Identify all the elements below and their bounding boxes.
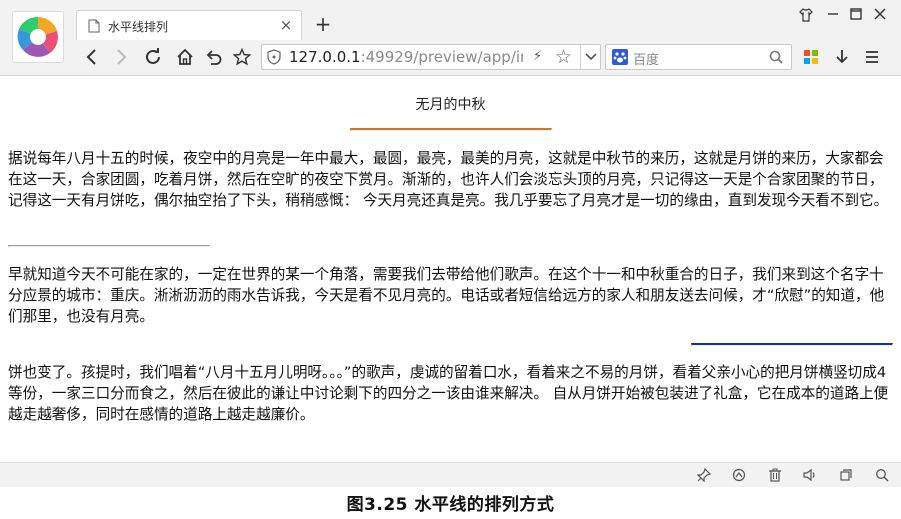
undo-close-button[interactable]: [203, 46, 225, 68]
search-icon[interactable]: [769, 50, 783, 64]
speed-icon[interactable]: [731, 467, 747, 483]
menu-icon[interactable]: [862, 47, 882, 67]
horizontal-rule-center: [350, 128, 552, 131]
browser-logo[interactable]: [12, 11, 64, 63]
status-bar: [0, 462, 901, 487]
favorites-button[interactable]: [231, 46, 253, 68]
browser-chrome: 水平线排列 × + 127.0.0.1:49929/preview/app/ir…: [0, 0, 901, 76]
tab-close-icon[interactable]: ×: [278, 17, 294, 33]
search-input[interactable]: 百度: [633, 49, 659, 68]
page-content: 无月的中秋 据说每年八月十五的时候，夜空中的月亮是一年中最大，最圆，最亮，最美的…: [0, 77, 901, 462]
close-window-button[interactable]: [872, 8, 888, 24]
trash-icon[interactable]: [767, 467, 783, 483]
figure-caption: 图3.25 水平线的排列方式: [346, 495, 555, 515]
url-host: 127.0.0.1: [289, 48, 361, 66]
minimize-button[interactable]: [825, 8, 841, 24]
page-title: 无月的中秋: [415, 97, 486, 113]
page-icon: [88, 19, 100, 33]
arrow-left-icon: [86, 49, 96, 65]
home-icon: [177, 48, 193, 65]
undo-icon: [206, 50, 222, 65]
browser-tab[interactable]: 水平线排列 ×: [76, 10, 302, 40]
chevron-down-icon: [585, 53, 597, 61]
tab-title: 水平线排列: [108, 20, 169, 34]
horizontal-rule-left: [8, 245, 210, 247]
url-path: :49929/preview/app/ir: [360, 48, 523, 66]
reload-button[interactable]: [142, 46, 164, 68]
paragraph-1: 据说每年八月十五的时候，夜空中的月亮是一年中最大，最圆，最亮，最美的月亮，这就是…: [8, 150, 889, 209]
forward-button[interactable]: [110, 46, 132, 68]
new-tab-button[interactable]: +: [314, 12, 332, 36]
bookmark-star-icon[interactable]: ☆: [555, 46, 572, 68]
apps-grid-icon[interactable]: [801, 47, 821, 67]
home-button[interactable]: [174, 46, 196, 68]
maximize-button[interactable]: [848, 8, 864, 24]
arrow-right-icon: [117, 49, 127, 65]
paragraph-3: 饼也变了。孩提时，我们唱着“八月十五月儿明呀。。。”的歌声，虔诚的留着口水，看着…: [8, 364, 889, 423]
download-icon[interactable]: [832, 47, 852, 67]
address-bar[interactable]: 127.0.0.1:49929/preview/app/ir ⚡ ☆: [261, 44, 601, 70]
pin-icon[interactable]: [696, 467, 712, 483]
back-button[interactable]: [81, 46, 103, 68]
star-icon: [233, 48, 251, 66]
url-dropdown-button[interactable]: [580, 45, 601, 69]
reload-icon: [146, 48, 160, 64]
window-restore-icon[interactable]: [838, 467, 854, 483]
url-text[interactable]: 127.0.0.1:49929/preview/app/ir: [289, 48, 523, 67]
shield-icon: [267, 49, 281, 65]
lightning-icon[interactable]: ⚡: [533, 49, 542, 64]
volume-icon[interactable]: [802, 467, 818, 483]
search-box[interactable]: 百度: [605, 44, 792, 70]
horizontal-rule-right: [691, 343, 893, 346]
baidu-paw-icon: [612, 49, 628, 65]
shirt-skin-icon[interactable]: [798, 8, 814, 24]
browser-logo-icon: [17, 16, 58, 57]
paragraph-2: 早就知道今天不可能在家的，一定在世界的某一个角落，需要我们去带给他们歌声。在这个…: [8, 266, 885, 325]
zoom-icon[interactable]: [874, 467, 890, 483]
